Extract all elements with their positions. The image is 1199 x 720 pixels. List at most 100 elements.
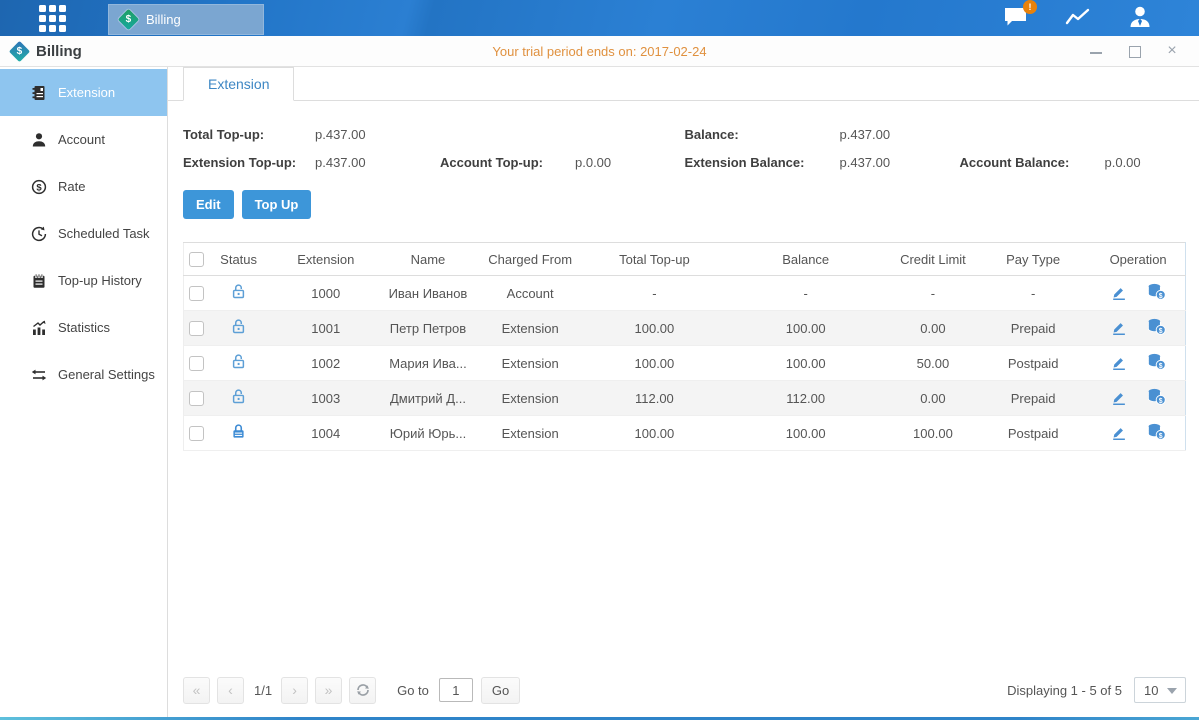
sidebar-item-topup-history[interactable]: Top-up History [0, 257, 167, 304]
last-page-button[interactable]: » [315, 677, 342, 704]
column-header-name: Name [384, 243, 472, 276]
close-button[interactable]: × [1165, 44, 1179, 58]
refresh-button[interactable] [349, 677, 376, 704]
column-header-total-topup: Total Top-up [588, 243, 720, 276]
edit-row-icon[interactable] [1110, 353, 1127, 373]
topup-row-icon[interactable]: $ [1147, 388, 1166, 408]
table-row: 1000 Иван Иванов Account - - - - $ [184, 276, 1186, 311]
cell-total-topup: - [588, 276, 720, 311]
balance-label: Balance: [685, 127, 840, 142]
cell-extension: 1002 [268, 346, 384, 381]
trial-notice: Your trial period ends on: 2017-02-24 [0, 44, 1199, 59]
sidebar-item-extension[interactable]: Extension [0, 69, 167, 116]
top-up-button[interactable]: Top Up [242, 190, 312, 219]
sidebar: Extension Account $ Rate Scheduled Task [0, 67, 168, 717]
next-page-button[interactable]: › [281, 677, 308, 704]
extension-topup-value: p.437.00 [315, 155, 440, 170]
edit-row-icon[interactable] [1110, 423, 1127, 443]
status-lock-icon [230, 288, 247, 303]
sidebar-item-label: Top-up History [58, 273, 142, 288]
cell-balance: - [721, 276, 891, 311]
topup-row-icon[interactable]: $ [1147, 353, 1166, 373]
row-checkbox[interactable] [189, 286, 204, 301]
page-size-select[interactable]: 10 [1134, 677, 1186, 703]
topup-row-icon[interactable]: $ [1147, 423, 1166, 443]
svg-text:$: $ [1159, 363, 1163, 370]
account-topup-label: Account Top-up: [440, 155, 575, 170]
sidebar-item-label: Rate [58, 179, 85, 194]
table-row: 1003 Дмитрий Д... Extension 112.00 112.0… [184, 381, 1186, 416]
pagination-bar: « ‹ 1/1 › » Go to Go Displaying 1 - 5 of… [168, 673, 1199, 717]
svg-text:$: $ [1159, 328, 1163, 335]
resource-monitor-icon[interactable] [1065, 7, 1091, 30]
account-balance-label: Account Balance: [960, 155, 1105, 170]
cell-total-topup: 112.00 [588, 381, 720, 416]
extension-balance-label: Extension Balance: [685, 155, 840, 170]
cell-charged-from: Extension [472, 311, 588, 346]
extension-balance-value: p.437.00 [840, 155, 960, 170]
swap-arrows-icon [31, 367, 47, 383]
table-body: 1000 Иван Иванов Account - - - - $ [184, 276, 1186, 451]
cell-charged-from: Extension [472, 416, 588, 451]
cell-credit-limit: 50.00 [891, 346, 975, 381]
select-all-checkbox[interactable] [189, 252, 204, 267]
sidebar-item-label: Scheduled Task [58, 226, 150, 241]
row-checkbox[interactable] [189, 321, 204, 336]
svg-text:$: $ [1159, 293, 1163, 300]
sidebar-item-scheduled-task[interactable]: Scheduled Task [0, 210, 167, 257]
sidebar-item-label: Extension [58, 85, 115, 100]
cell-name: Юрий Юрь... [384, 416, 472, 451]
sidebar-item-rate[interactable]: $ Rate [0, 163, 167, 210]
row-checkbox[interactable] [189, 391, 204, 406]
app-grid-icon[interactable] [36, 2, 68, 34]
cell-pay-type: Postpaid [975, 346, 1091, 381]
column-header-charged-from: Charged From [472, 243, 588, 276]
topup-row-icon[interactable]: $ [1147, 318, 1166, 338]
summary-panel: Total Top-up: p.437.00 Extension Top-up:… [183, 127, 1186, 170]
messages-icon[interactable]: ! [1004, 6, 1029, 31]
user-icon[interactable] [1127, 5, 1153, 32]
goto-label: Go to [397, 683, 429, 698]
status-lock-icon [230, 393, 247, 408]
topup-row-icon[interactable]: $ [1147, 283, 1166, 303]
extension-topup-label: Extension Top-up: [183, 155, 315, 170]
cell-extension: 1003 [268, 381, 384, 416]
cell-credit-limit: 100.00 [891, 416, 975, 451]
sidebar-item-general-settings[interactable]: General Settings [0, 351, 167, 398]
cell-total-topup: 100.00 [588, 311, 720, 346]
table-header-row: Status Extension Name Charged From Total… [184, 243, 1186, 276]
edit-row-icon[interactable] [1110, 283, 1127, 303]
prev-page-button[interactable]: ‹ [217, 677, 244, 704]
topbar-tab-label: Billing [146, 12, 181, 27]
edit-row-icon[interactable] [1110, 388, 1127, 408]
page-indicator: 1/1 [254, 683, 272, 698]
svg-text:$: $ [36, 182, 42, 193]
goto-page-input[interactable] [439, 678, 473, 702]
cell-credit-limit: 0.00 [891, 381, 975, 416]
cell-extension: 1000 [268, 276, 384, 311]
bar-chart-arrow-icon [31, 320, 47, 336]
go-button[interactable]: Go [481, 677, 520, 704]
first-page-button[interactable]: « [183, 677, 210, 704]
edit-button[interactable]: Edit [183, 190, 234, 219]
topbar-billing-tab[interactable]: $ Billing [108, 4, 264, 35]
sidebar-item-account[interactable]: Account [0, 116, 167, 163]
maximize-button[interactable] [1127, 44, 1141, 58]
column-header-extension: Extension [268, 243, 384, 276]
status-lock-icon [230, 358, 247, 373]
cell-name: Иван Иванов [384, 276, 472, 311]
sidebar-item-label: Account [58, 132, 105, 147]
edit-row-icon[interactable] [1110, 318, 1127, 338]
column-header-credit-limit: Credit Limit [891, 243, 975, 276]
cell-credit-limit: 0.00 [891, 311, 975, 346]
cell-name: Дмитрий Д... [384, 381, 472, 416]
sidebar-item-label: General Settings [58, 367, 155, 382]
sidebar-item-statistics[interactable]: Statistics [0, 304, 167, 351]
minimize-button[interactable] [1089, 44, 1103, 58]
tab-extension[interactable]: Extension [183, 67, 294, 101]
column-header-pay-type: Pay Type [975, 243, 1091, 276]
cell-balance: 112.00 [721, 381, 891, 416]
dollar-circle-icon: $ [31, 179, 47, 195]
row-checkbox[interactable] [189, 356, 204, 371]
row-checkbox[interactable] [189, 426, 204, 441]
